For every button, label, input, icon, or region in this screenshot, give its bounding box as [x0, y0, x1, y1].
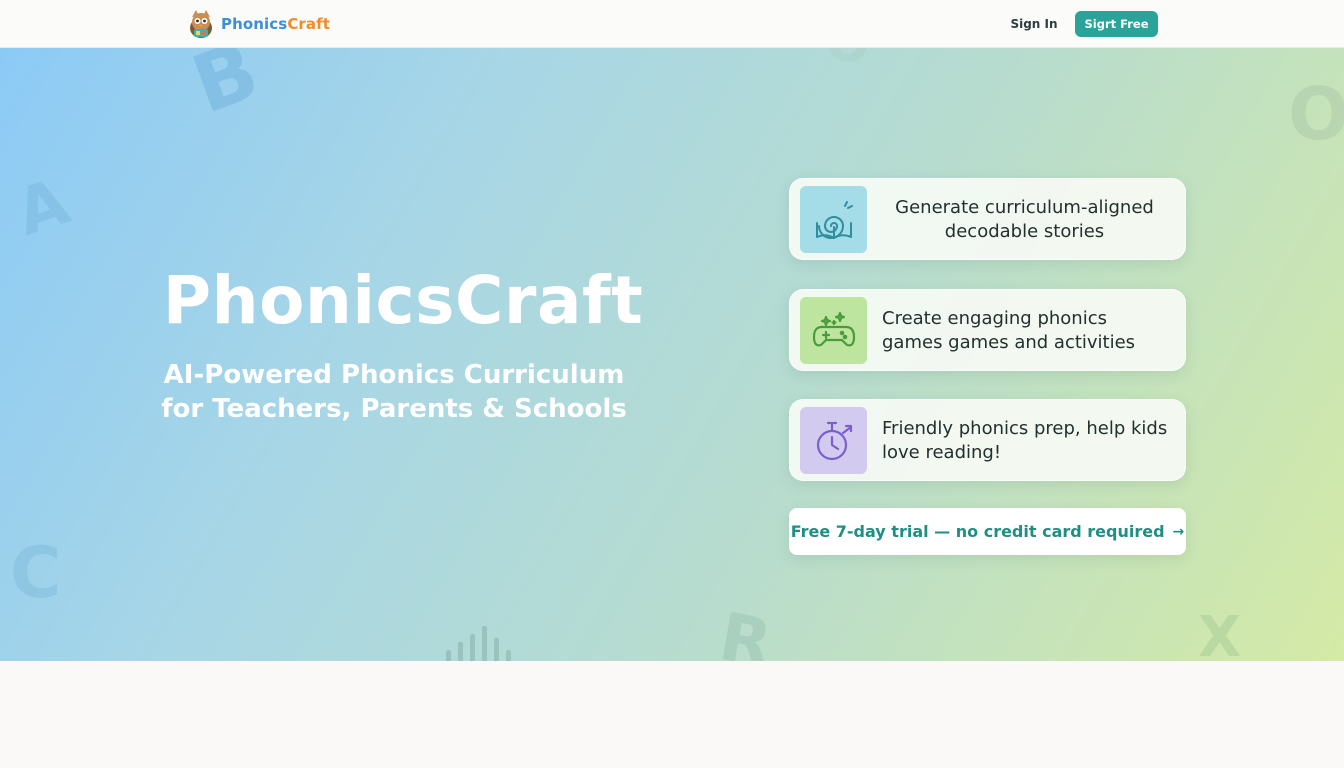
mascot-logo-icon [190, 10, 212, 38]
free-trial-label: Free 7-day trial — no credit card requir… [790, 522, 1165, 541]
spiral-book-icon [815, 200, 853, 239]
feature-games-line1: Create engaging phonics [882, 308, 1107, 329]
feature-card-stories: Generate curriculum-aligned decodable sto… [789, 178, 1186, 260]
sound-wave-decoration-icon [446, 626, 511, 661]
decorative-letter-c: C [10, 532, 62, 614]
feature-stories-line1: Generate curriculum-aligned [895, 197, 1154, 218]
hero-subtitle: AI-Powered Phonics Curriculum for Teache… [120, 358, 668, 426]
feature-icon-box [800, 186, 867, 253]
hero-section: B A C R X O O PhonicsCraft AI-Powered Ph… [0, 48, 1344, 661]
sign-up-free-button[interactable]: Sigrt Free [1075, 11, 1158, 37]
decorative-letter-x: X [1198, 605, 1242, 662]
feature-icon-box [800, 297, 867, 364]
decorative-letter-o: O [1288, 72, 1344, 156]
decorative-letter-b: B [180, 48, 270, 132]
decorative-letter-a: A [7, 165, 78, 251]
brand-name: PhonicsCraft [221, 15, 330, 33]
decorative-letter-o-faint: O [826, 48, 870, 70]
feature-text-stories: Generate curriculum-aligned decodable sto… [872, 179, 1177, 261]
stopwatch-icon [816, 421, 852, 460]
brand-name-part2: Craft [287, 15, 331, 33]
free-trial-button[interactable]: Free 7-day trial — no credit card requir… [789, 508, 1186, 555]
hero-subtitle-line1: AI-Powered Phonics Curriculum [163, 360, 625, 390]
decorative-letter-r: R [713, 598, 778, 661]
feature-stories-line2: decodable stories [944, 221, 1105, 242]
feature-prep-line2: love reading! [882, 442, 1002, 463]
brand-name-part1: Phonics [221, 15, 288, 33]
feature-text-games: Create engaging phonics games games and a… [872, 290, 1177, 372]
feature-prep-line1: Friendly phonics prep, help kids [882, 418, 1168, 439]
feature-games-line2: games games and activities [882, 332, 1136, 353]
arrow-right-icon: → [1172, 523, 1185, 540]
gamepad-icon [812, 311, 855, 346]
site-header: PhonicsCraft Sign In Sigrt Free [0, 0, 1344, 48]
hero-title: PhonicsCraft [162, 262, 644, 339]
brand-logo-link[interactable]: PhonicsCraft [187, 8, 330, 40]
feature-text-prep: Friendly phonics prep, help kids love rea… [872, 400, 1177, 482]
sign-in-button[interactable]: Sign In [1000, 14, 1068, 34]
below-fold-section [0, 661, 1344, 768]
feature-card-games: Create engaging phonics games games and a… [789, 289, 1186, 371]
feature-icon-box [800, 407, 867, 474]
hero-subtitle-line2: for Teachers, Parents & Schools [161, 394, 627, 424]
feature-card-prep: Friendly phonics prep, help kids love rea… [789, 399, 1186, 481]
